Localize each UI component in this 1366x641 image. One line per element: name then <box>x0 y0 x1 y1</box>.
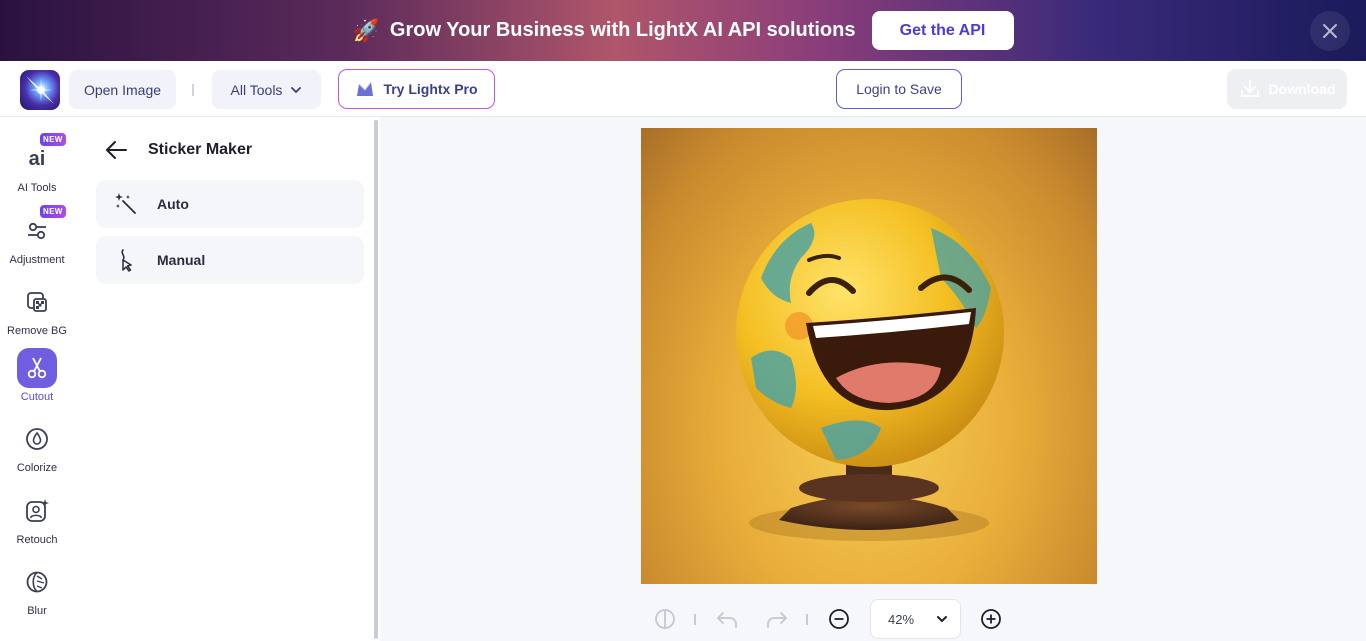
rail-item-label: Blur <box>27 605 47 617</box>
rocket-icon: 🚀 <box>352 17 380 43</box>
option-manual[interactable]: Manual <box>96 236 364 284</box>
control-separator <box>694 614 696 625</box>
undo-icon <box>716 612 737 628</box>
compare-button[interactable] <box>653 607 677 631</box>
rail-item-label: Adjustment <box>9 254 65 266</box>
tool-rail: ai NEW AI Tools NEW Adjustment Remove BG… <box>0 117 80 641</box>
control-separator <box>806 614 808 625</box>
rail-item-label: Colorize <box>16 462 58 474</box>
all-tools-label: All Tools <box>230 81 283 98</box>
option-label: Auto <box>157 196 189 212</box>
retouch-icon <box>17 491 57 531</box>
zoom-in-icon <box>981 609 1001 629</box>
chevron-down-icon <box>291 86 302 93</box>
rail-item-label: Cutout <box>20 391 54 403</box>
download-label: Download <box>1268 81 1336 97</box>
try-pro-button[interactable]: Try Lightx Pro <box>338 69 495 109</box>
sliders-icon: NEW <box>17 205 66 251</box>
rail-item-adjustment[interactable]: NEW Adjustment <box>0 205 74 266</box>
rail-item-cutout[interactable]: Cutout <box>0 348 74 403</box>
banner-text: Grow Your Business with LightX AI API so… <box>389 19 856 41</box>
scissors-icon <box>17 348 57 388</box>
rail-item-blur[interactable]: Blur <box>0 562 74 617</box>
chevron-down-icon <box>937 616 947 623</box>
login-to-save-button[interactable]: Login to Save <box>836 69 962 109</box>
top-toolbar: Open Image All Tools Try Lightx Pro Logi… <box>0 61 1366 117</box>
rail-item-label: Retouch <box>16 534 58 546</box>
option-label: Manual <box>157 252 206 268</box>
zoom-out-icon <box>829 609 849 629</box>
close-banner-button[interactable] <box>1310 11 1350 51</box>
remove-bg-icon <box>17 282 57 322</box>
logo-star-icon <box>26 76 54 104</box>
get-api-button[interactable]: Get the API <box>871 11 1014 50</box>
back-arrow-icon[interactable] <box>104 139 128 161</box>
zoom-out-button[interactable] <box>827 607 851 631</box>
compare-icon <box>655 609 675 629</box>
rail-item-label: AI Tools <box>17 182 57 194</box>
redo-button[interactable] <box>765 607 789 631</box>
panel-title: Sticker Maker <box>148 141 253 158</box>
option-auto[interactable]: Auto <box>96 180 364 228</box>
rail-item-retouch[interactable]: Retouch <box>0 491 74 546</box>
undo-button[interactable] <box>715 607 739 631</box>
emoji-globe-illustration <box>736 199 1004 541</box>
zoom-in-button[interactable] <box>979 607 1003 631</box>
zoom-value: 42% <box>888 611 915 627</box>
canvas-image[interactable] <box>641 128 1097 584</box>
zoom-select[interactable]: 42% <box>870 599 961 639</box>
drop-icon <box>17 419 57 459</box>
try-pro-label: Try Lightx Pro <box>383 81 478 97</box>
lightx-logo[interactable] <box>20 70 60 110</box>
open-image-button[interactable]: Open Image <box>69 70 176 109</box>
pro-crown-icon <box>357 81 374 96</box>
new-badge: NEW <box>40 205 66 218</box>
blur-icon <box>17 562 57 602</box>
rail-item-colorize[interactable]: Colorize <box>0 419 74 474</box>
panel-scrollbar[interactable] <box>374 120 378 639</box>
close-icon <box>1323 24 1337 38</box>
download-button[interactable]: Download <box>1227 69 1347 109</box>
promo-banner: 🚀 Grow Your Business with LightX AI API … <box>0 0 1366 61</box>
new-badge: NEW <box>40 133 66 146</box>
magic-wand-icon <box>114 192 138 216</box>
rail-item-label: Remove BG <box>7 325 67 337</box>
all-tools-dropdown[interactable]: All Tools <box>212 70 321 109</box>
toolbar-separator <box>192 84 194 96</box>
redo-icon <box>767 612 788 628</box>
download-icon <box>1240 80 1259 97</box>
rail-item-ai-tools[interactable]: ai NEW AI Tools <box>0 133 74 194</box>
pointer-icon <box>114 248 138 272</box>
rail-item-remove-bg[interactable]: Remove BG <box>0 282 74 337</box>
ai-icon: ai NEW <box>17 133 66 179</box>
